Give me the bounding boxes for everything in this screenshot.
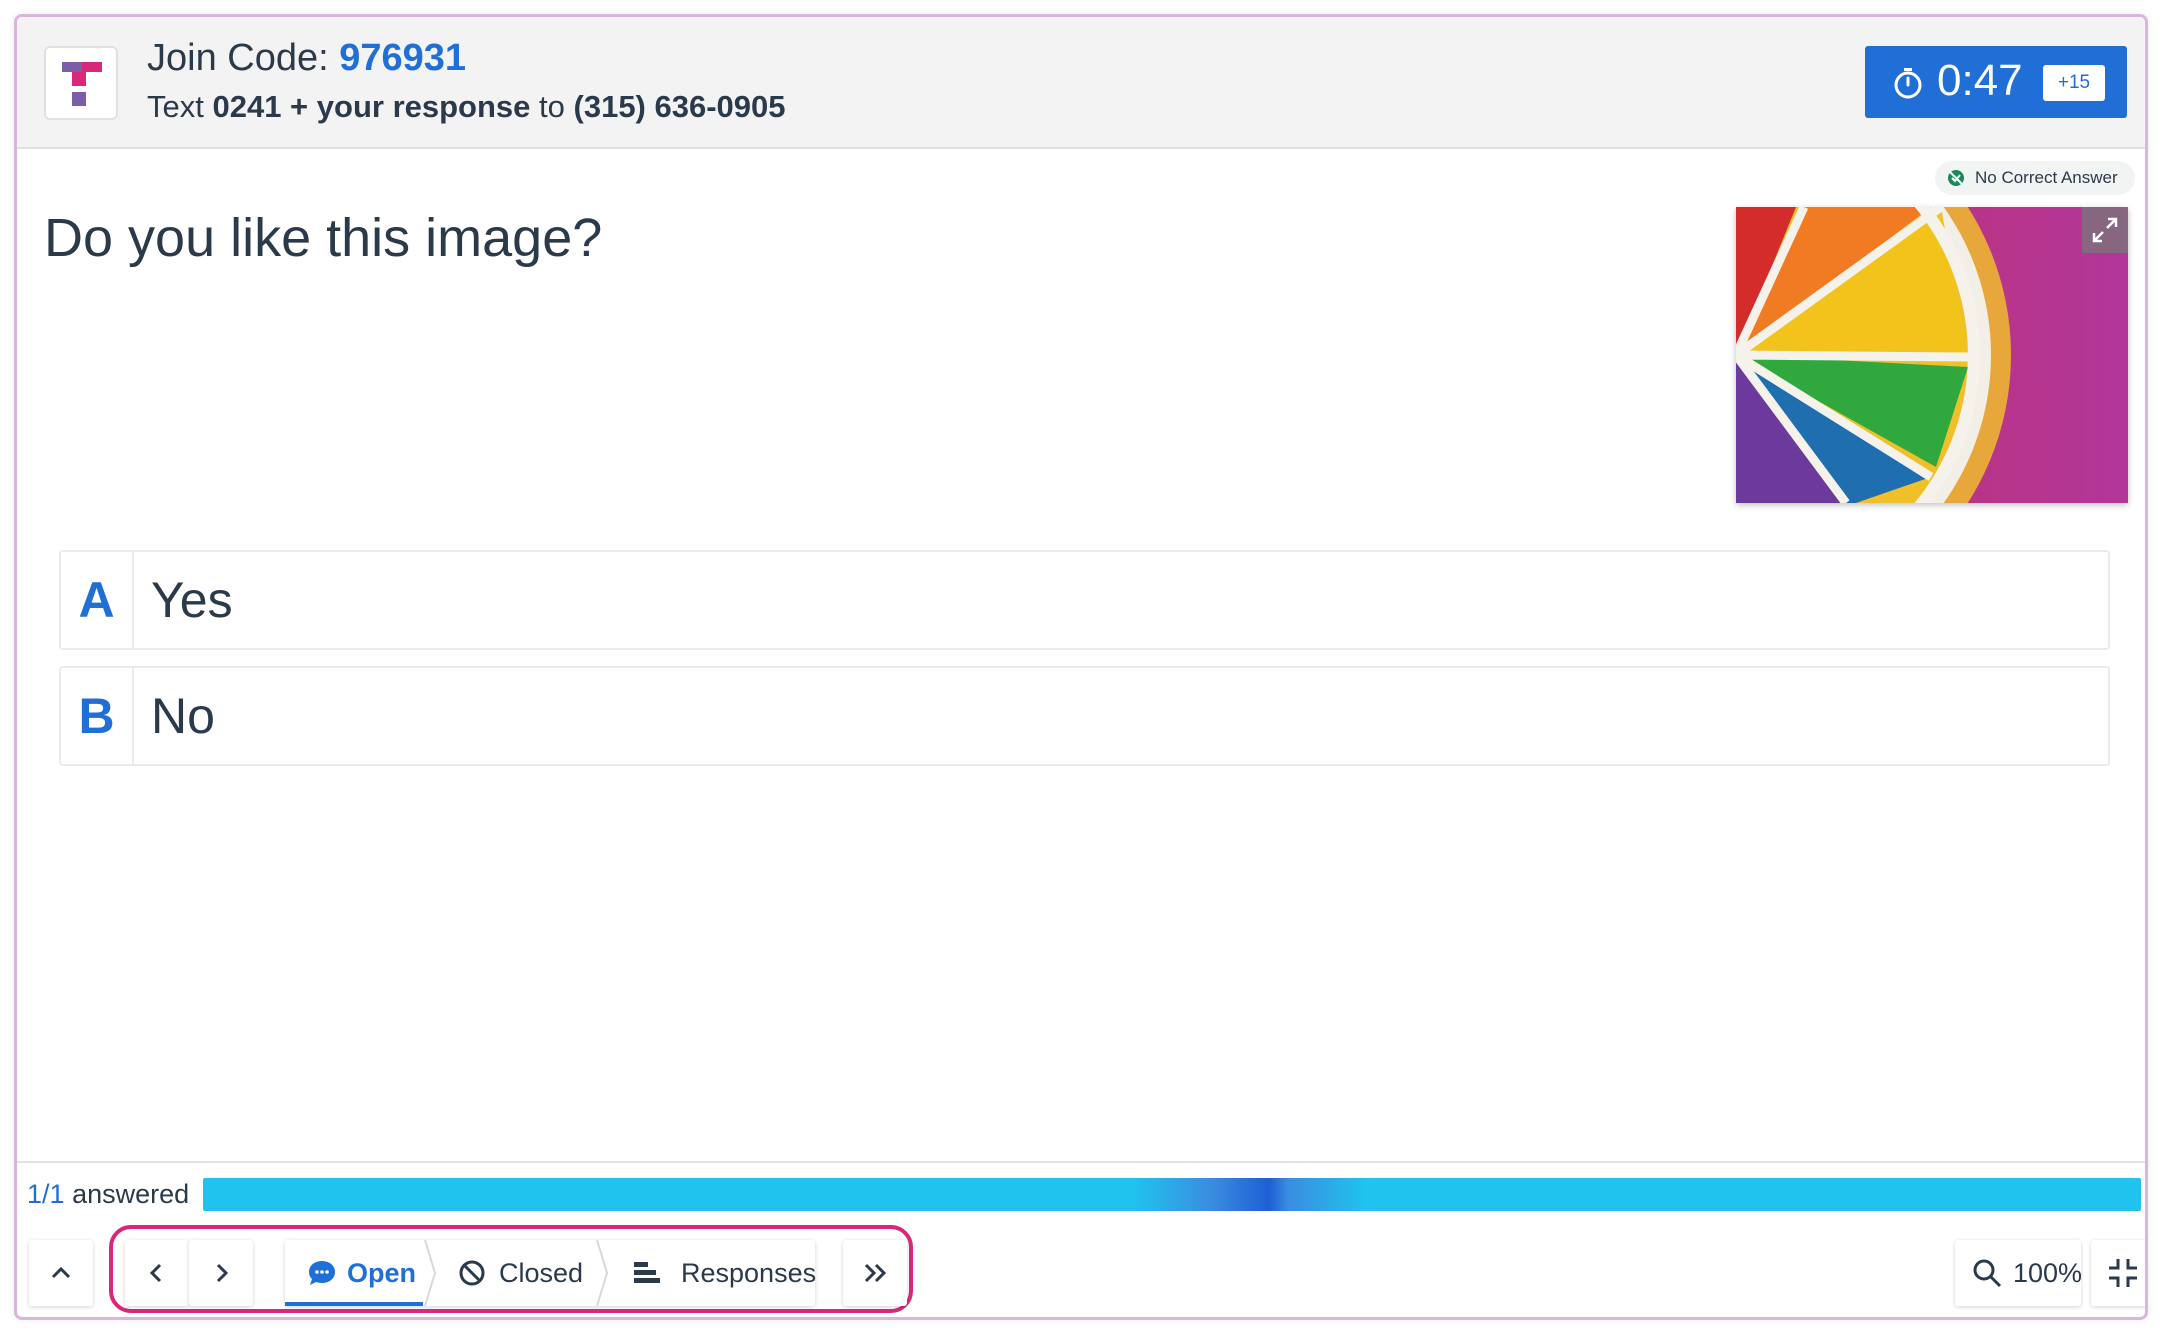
no-check-icon [1948,170,1964,186]
chevron-left-icon [149,1263,162,1283]
closed-button[interactable]: Closed [435,1240,595,1306]
answered-number: 1/1 [27,1179,65,1209]
open-button[interactable]: Open [285,1240,423,1306]
zoom-level: 100% [2013,1258,2083,1288]
header-bar: Join Code: 976931 Text 0241 + your respo… [17,17,2145,149]
timer-button[interactable]: 0:47 +15 [1865,46,2127,118]
text-code: 0241 + your response [212,89,531,124]
option-label: No [151,688,215,744]
timer-value: 0:47 [1937,56,2023,105]
next-button[interactable] [189,1240,253,1306]
expand-icon [2092,217,2118,243]
exit-fullscreen-button[interactable] [2091,1240,2145,1306]
option-letter: B [61,668,134,764]
add-time-button[interactable]: +15 [2043,65,2105,101]
text-prefix: Text [147,89,204,124]
compress-icon [2109,1259,2137,1287]
bar-chart-icon [634,1262,660,1283]
poll-state-toggle: Open Closed Responses [285,1240,817,1306]
closed-label: Closed [499,1258,584,1288]
text-to: to [539,89,565,124]
presentation-window: Join Code: 976931 Text 0241 + your respo… [14,14,2148,1320]
previous-button[interactable] [125,1240,189,1306]
rainbow-painting [1736,207,2128,503]
response-progress-fill [203,1178,2141,1211]
join-code-value: 976931 [339,37,467,79]
question-text: Do you like this image? [44,208,603,268]
option-a: A Yes [59,550,2110,650]
expand-image-button[interactable] [2082,207,2128,253]
chat-bubble-icon [309,1261,335,1285]
expand-toolbar-button[interactable] [29,1240,93,1306]
chevron-up-icon [51,1266,71,1279]
response-progress-bar [203,1178,2141,1211]
open-label: Open [347,1258,417,1288]
text-instructions: Text 0241 + your response to (315) 636-0… [147,89,786,125]
option-letter: A [61,552,134,648]
responses-button[interactable]: Responses [607,1240,817,1306]
ban-icon [459,1260,485,1286]
join-code-line: Join Code: 976931 [147,37,466,80]
search-icon [1973,1259,2002,1288]
badge-label: No Correct Answer [1975,168,2118,187]
answered-label: answered [72,1179,190,1209]
option-label: Yes [151,572,233,628]
stopwatch-icon [1894,68,1922,99]
no-correct-answer-badge: No Correct Answer [1935,161,2135,195]
option-b: B No [59,666,2110,766]
skip-forward-button[interactable] [843,1240,907,1306]
footer-divider [17,1161,2145,1163]
question-image [1736,207,2128,503]
answered-count: 1/1 answered [27,1179,189,1210]
zoom-button[interactable]: 100% [1955,1240,2083,1306]
join-code-label: Join Code: [147,37,329,79]
double-chevron-right-icon [864,1263,887,1283]
app-logo [44,46,118,120]
phone-number: (315) 636-0905 [573,89,786,124]
chevron-right-icon [216,1263,229,1283]
responses-label: Responses [681,1258,817,1288]
